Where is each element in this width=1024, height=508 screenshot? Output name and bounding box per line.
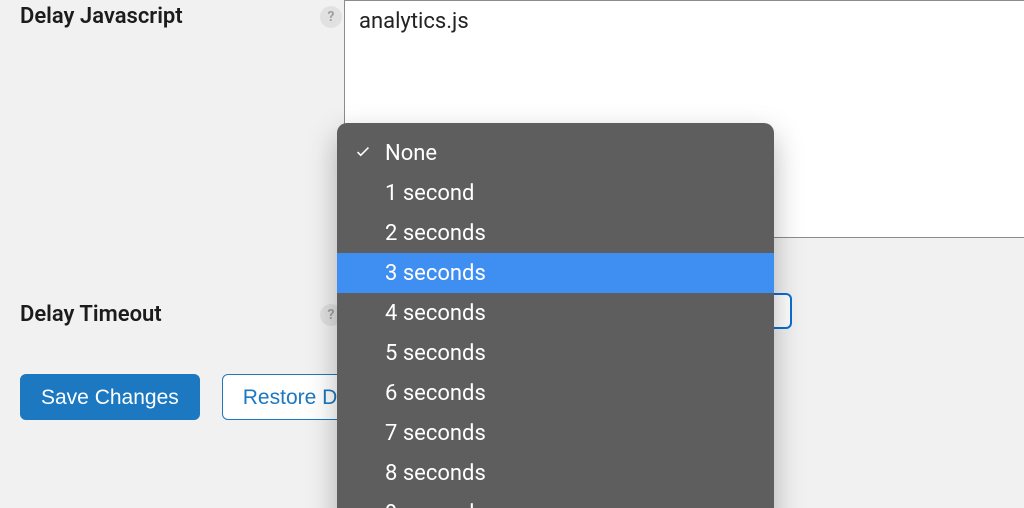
delay-timeout-dropdown[interactable]: None 1 second 2 seconds 3 seconds 4 seco… <box>337 123 774 508</box>
dropdown-option-label: 9 seconds <box>385 501 486 508</box>
dropdown-option-7-seconds[interactable]: 7 seconds <box>337 413 774 453</box>
delay-javascript-value: analytics.js <box>359 9 469 34</box>
dropdown-option-none[interactable]: None <box>337 133 774 173</box>
dropdown-option-8-seconds[interactable]: 8 seconds <box>337 453 774 493</box>
dropdown-option-label: 7 seconds <box>385 421 486 446</box>
dropdown-option-label: 5 seconds <box>385 341 486 366</box>
delay-timeout-row: Delay Timeout ? <box>20 302 342 327</box>
dropdown-option-2-seconds[interactable]: 2 seconds <box>337 213 774 253</box>
dropdown-option-6-seconds[interactable]: 6 seconds <box>337 373 774 413</box>
dropdown-option-label: 2 seconds <box>385 221 486 246</box>
dropdown-option-label: 1 second <box>385 181 474 206</box>
dropdown-option-label: 4 seconds <box>385 301 486 326</box>
check-icon <box>352 140 374 162</box>
delay-javascript-label: Delay Javascript <box>20 4 320 29</box>
dropdown-option-9-seconds[interactable]: 9 seconds <box>337 493 774 508</box>
settings-panel: analytics.js Delay Javascript ? Delay Ti… <box>0 0 1024 508</box>
delay-timeout-label: Delay Timeout <box>20 302 320 327</box>
save-button[interactable]: Save Changes <box>20 374 200 420</box>
dropdown-option-label: 8 seconds <box>385 461 486 486</box>
help-icon[interactable]: ? <box>320 6 342 28</box>
dropdown-option-3-seconds[interactable]: 3 seconds <box>337 253 774 293</box>
dropdown-option-label: None <box>385 141 437 166</box>
delay-javascript-row: Delay Javascript ? <box>20 4 342 29</box>
dropdown-option-5-seconds[interactable]: 5 seconds <box>337 333 774 373</box>
dropdown-option-4-seconds[interactable]: 4 seconds <box>337 293 774 333</box>
dropdown-option-label: 3 seconds <box>385 261 486 286</box>
dropdown-option-label: 6 seconds <box>385 381 486 406</box>
dropdown-option-1-second[interactable]: 1 second <box>337 173 774 213</box>
